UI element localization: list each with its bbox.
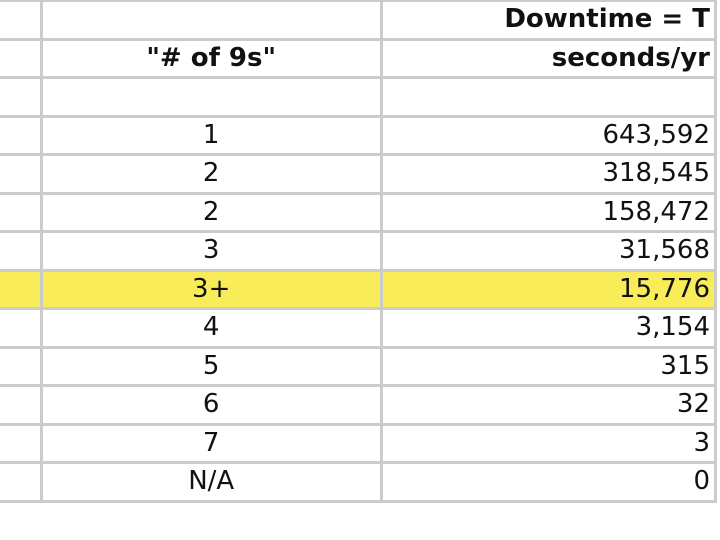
table-row: 2 318,545 — [0, 153, 718, 195]
nines-cell[interactable]: 3+ — [39, 268, 383, 310]
nines-cell[interactable]: 2 — [39, 153, 383, 195]
table-row: 3 31,568 — [0, 230, 718, 272]
cell[interactable] — [379, 76, 718, 118]
nines-cell[interactable]: 2 — [39, 191, 383, 233]
table-row: N/A 0 — [0, 461, 718, 503]
spreadsheet-grid: Downtime = T "# of 9s" seconds/yr 1 643,5… — [0, 0, 718, 503]
downtime-cell[interactable]: 31,568 — [379, 230, 718, 272]
cell[interactable] — [39, 0, 383, 41]
empty-row — [0, 76, 718, 118]
cell[interactable] — [0, 76, 43, 118]
downtime-cell[interactable]: 643,592 — [379, 114, 718, 156]
nines-cell[interactable]: 6 — [39, 384, 383, 426]
header-row-1: Downtime = T — [0, 0, 718, 41]
downtime-cell[interactable]: 0 — [379, 461, 718, 503]
cell[interactable] — [0, 191, 43, 233]
table-row: 6 32 — [0, 384, 718, 426]
nines-cell[interactable]: 1 — [39, 114, 383, 156]
cell[interactable] — [0, 345, 43, 387]
cell[interactable] — [39, 76, 383, 118]
downtime-cell[interactable]: 315 — [379, 345, 718, 387]
downtime-cell[interactable]: 15,776 — [379, 268, 718, 310]
cell[interactable] — [0, 384, 43, 426]
table-row: 2 158,472 — [0, 191, 718, 233]
table-row: 4 3,154 — [0, 307, 718, 349]
header-row-2: "# of 9s" seconds/yr — [0, 37, 718, 79]
cell[interactable] — [0, 0, 43, 41]
cell[interactable] — [0, 268, 43, 310]
nines-cell[interactable]: 7 — [39, 422, 383, 464]
nines-cell[interactable]: N/A — [39, 461, 383, 503]
table-row: 73 — [0, 422, 718, 464]
nines-cell[interactable]: 5 — [39, 345, 383, 387]
table-row: 3+ 15,776 — [0, 268, 718, 310]
downtime-cell[interactable]: 3,154 — [379, 307, 718, 349]
cell[interactable] — [0, 114, 43, 156]
downtime-cell[interactable]: 3 — [379, 422, 718, 464]
nines-cell[interactable]: 3 — [39, 230, 383, 272]
nines-header[interactable]: "# of 9s" — [39, 37, 383, 79]
downtime-header-line2[interactable]: seconds/yr — [379, 37, 718, 79]
cell[interactable] — [0, 461, 43, 503]
cell[interactable] — [0, 37, 43, 79]
table-row: 1 643,592 — [0, 114, 718, 156]
downtime-cell[interactable]: 32 — [379, 384, 718, 426]
downtime-cell[interactable]: 318,545 — [379, 153, 718, 195]
nines-cell[interactable]: 4 — [39, 307, 383, 349]
downtime-cell[interactable]: 158,472 — [379, 191, 718, 233]
table-row: 5 315 — [0, 345, 718, 387]
cell[interactable] — [0, 230, 43, 272]
cell[interactable] — [0, 422, 43, 464]
downtime-header-line1[interactable]: Downtime = T — [379, 0, 718, 41]
cell[interactable] — [0, 153, 43, 195]
cell[interactable] — [0, 307, 43, 349]
